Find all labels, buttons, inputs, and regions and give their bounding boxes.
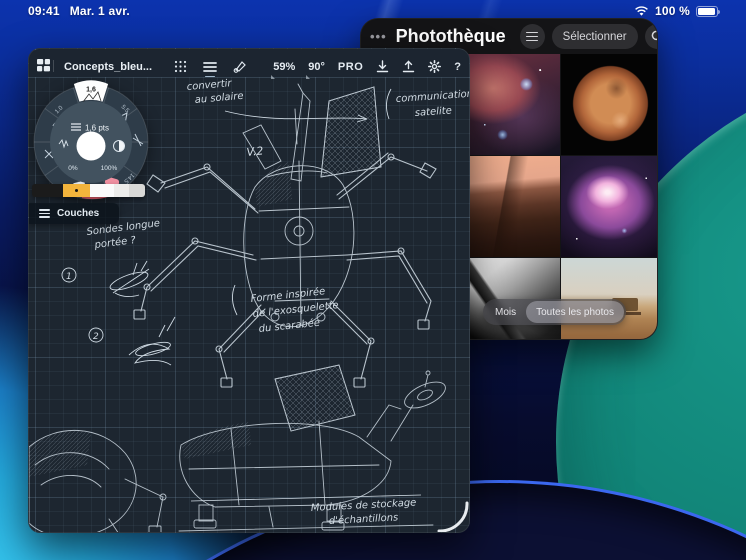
settings-button[interactable]	[428, 60, 441, 73]
pro-badge[interactable]: PRO	[338, 61, 363, 73]
opacity-min-label: 0%	[68, 165, 78, 172]
selected-tool-size: 1,6	[86, 87, 96, 94]
battery-icon	[696, 6, 718, 17]
photo-thumbnail-orion-nebula[interactable]	[561, 156, 658, 257]
precision-grid-button[interactable]	[174, 60, 187, 73]
layers-panel-toggle[interactable]: Couches	[29, 203, 119, 224]
vector-nib-icon	[233, 60, 247, 73]
clock: 09:41	[28, 4, 60, 18]
color-swatch-bar	[32, 184, 145, 197]
toolbar-divider	[53, 60, 54, 72]
filter-button[interactable]	[520, 24, 545, 49]
photo-thumbnail-horsehead-nebula[interactable]	[461, 54, 560, 155]
swatch-gray[interactable]	[129, 184, 145, 197]
sketch-main-rover	[134, 84, 436, 387]
import-icon	[376, 60, 389, 73]
layers-panel-button[interactable]	[203, 61, 217, 73]
segment-all-photos[interactable]: Toutes les photos	[526, 301, 624, 323]
concepts-toolbar: Concepts_bleu...	[29, 49, 469, 77]
battery-percent: 100 %	[655, 4, 690, 18]
export-icon	[402, 60, 415, 73]
swatch-black[interactable]	[32, 184, 63, 197]
library-view-segmented-control: Mois Toutes les photos	[483, 299, 626, 325]
layers-burger-icon	[39, 209, 50, 218]
zoom-level[interactable]: 59%	[273, 61, 295, 73]
window-resize-handle[interactable]	[439, 503, 467, 531]
document-title: Concepts_bleu...	[64, 61, 152, 73]
layers-label: Couches	[57, 208, 99, 219]
desktop: 09:41 Mar. 1 avr. 100 % ••• Photothèque …	[0, 0, 746, 560]
note-solar-line1: convertir	[186, 78, 233, 93]
sketch-partial-rover	[29, 430, 166, 533]
selection-tool-button[interactable]	[233, 60, 247, 73]
note-probe-number-1: 1	[66, 272, 72, 282]
export-button[interactable]	[402, 60, 415, 73]
segment-months[interactable]: Mois	[485, 301, 526, 323]
search-icon	[651, 30, 658, 43]
note-comms-line2: satelite	[414, 105, 452, 119]
status-bar: 09:41 Mar. 1 avr. 100 %	[0, 0, 746, 22]
wifi-icon	[634, 6, 649, 17]
brush-preview-dot[interactable]	[77, 132, 106, 161]
probe-sketch-2	[129, 317, 175, 365]
photos-title: Photothèque	[396, 26, 506, 47]
concepts-app-window: Concepts_bleu...	[28, 48, 470, 533]
date: Mar. 1 avr.	[70, 4, 130, 18]
window-options-button[interactable]: •••	[370, 29, 387, 44]
note-probes-line2: portée ?	[93, 234, 137, 251]
import-button[interactable]	[376, 60, 389, 73]
swatch-white[interactable]	[90, 184, 113, 197]
select-button[interactable]: Sélectionner	[552, 24, 638, 49]
note-comms-line1: communications	[395, 88, 470, 105]
stroke-size-value: 1,6 pts	[85, 124, 109, 133]
opacity-max-label: 100%	[101, 165, 118, 172]
note-solar-line2: au solaire	[194, 91, 244, 106]
menu-lines-icon	[203, 61, 217, 73]
note-probe-number-2: 2	[93, 332, 99, 342]
gallery-icon	[37, 59, 51, 72]
search-button[interactable]	[645, 24, 658, 49]
note-storage-line2: d'échantillons	[329, 511, 399, 527]
help-button[interactable]: ?	[454, 61, 461, 73]
filter-lines-icon	[526, 32, 538, 42]
note-exoskeleton-line3: du scarabée	[258, 317, 321, 335]
grid-dots-icon	[174, 60, 187, 73]
rotation-value[interactable]: 90°	[308, 61, 325, 73]
swatch-light-gray[interactable]	[114, 184, 130, 197]
photo-thumbnail-martian-hills[interactable]	[461, 156, 560, 257]
gallery-button[interactable]	[37, 59, 51, 72]
swatch-yellow-selected[interactable]	[63, 184, 90, 197]
gear-icon	[428, 60, 441, 73]
note-version: V.2	[246, 144, 264, 159]
photo-thumbnail-mars[interactable]	[561, 54, 658, 155]
note-storage-line1: Modules de stockage	[311, 497, 417, 514]
probe-sketch-1	[108, 261, 150, 297]
